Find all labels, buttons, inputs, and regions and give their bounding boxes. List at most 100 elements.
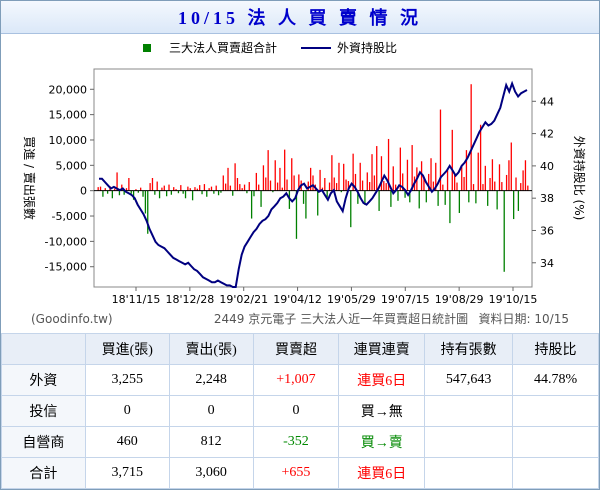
bar bbox=[128, 178, 130, 191]
x-tick-label: 18'12/28 bbox=[165, 293, 214, 306]
bar bbox=[248, 182, 250, 191]
bar bbox=[451, 129, 453, 191]
bar bbox=[482, 184, 484, 191]
table-row: 外資 3,255 2,248 +1,007 連買6日 547,643 44.78… bbox=[1, 364, 599, 396]
table-header-cell: 買進(張) bbox=[84, 333, 170, 365]
holding-cell bbox=[424, 457, 514, 489]
ratio-cell bbox=[512, 395, 599, 427]
chart-caption: 2449 京元電子 三大法人近一年買賣超日統計圖 bbox=[214, 311, 468, 326]
streak-cell: 買→無 bbox=[338, 395, 426, 427]
bar bbox=[239, 184, 241, 191]
bar bbox=[475, 190, 477, 204]
bar bbox=[324, 178, 326, 191]
bar bbox=[243, 184, 246, 191]
buy-cell: 3,255 bbox=[84, 364, 170, 396]
table-row: 自營商 460 812 -352 買→賣 bbox=[1, 426, 599, 458]
sell-cell: 812 bbox=[168, 426, 254, 458]
data-date-note: 資料日期: 10/15 bbox=[479, 312, 569, 326]
bar bbox=[524, 160, 527, 191]
bar bbox=[470, 84, 472, 191]
bar bbox=[265, 177, 267, 191]
table-header-cell: 買賣超 bbox=[252, 333, 340, 365]
bar bbox=[102, 190, 104, 197]
buy-cell: 3,715 bbox=[84, 457, 170, 489]
bar bbox=[361, 180, 364, 191]
table-header-cell: 賣出(張) bbox=[168, 333, 254, 365]
bar bbox=[156, 181, 158, 191]
ratio-cell bbox=[512, 457, 599, 489]
bar bbox=[479, 124, 482, 191]
left-tick-label: -10,000 bbox=[45, 235, 87, 248]
bar bbox=[397, 190, 399, 201]
bar bbox=[380, 156, 383, 191]
bar bbox=[472, 184, 475, 191]
bar bbox=[515, 177, 517, 191]
bar bbox=[527, 185, 529, 191]
bar bbox=[236, 178, 239, 191]
bar bbox=[206, 190, 208, 197]
table-row: 合計 3,715 3,060 +655 連買6日 bbox=[1, 457, 599, 489]
bar bbox=[217, 190, 220, 196]
bar bbox=[187, 186, 189, 191]
bar bbox=[165, 190, 168, 197]
net-cell: -352 bbox=[252, 426, 340, 458]
bar bbox=[111, 190, 113, 199]
bar bbox=[489, 178, 491, 191]
table-row: 投信 0 0 0 買→無 bbox=[1, 395, 599, 427]
bar bbox=[269, 180, 272, 191]
bar bbox=[444, 190, 446, 205]
bar bbox=[317, 190, 319, 216]
table-header-cell bbox=[1, 333, 86, 365]
bar bbox=[199, 185, 201, 191]
bar bbox=[366, 172, 368, 191]
bar bbox=[350, 190, 352, 228]
bar bbox=[338, 162, 340, 191]
bar bbox=[227, 167, 229, 191]
bar bbox=[505, 174, 508, 191]
buy-cell: 460 bbox=[84, 426, 170, 458]
bar bbox=[201, 190, 203, 195]
row-label: 投信 bbox=[1, 395, 86, 427]
institutional-trading-chart: 三大法人買賣超合計 外資持股比 20,000 15,000 10,000 5,000 0 -5… bbox=[22, 40, 587, 326]
holding-cell: 547,643 bbox=[424, 364, 514, 396]
bar bbox=[491, 159, 494, 191]
table-header-row: 買進(張) 賣出(張) 買賣超 連買連賣 持有張數 持股比 bbox=[1, 333, 599, 365]
buy-cell: 0 bbox=[84, 395, 170, 427]
page-title: 10/15 法 人 買 賣 情 況 bbox=[1, 1, 599, 34]
bar bbox=[291, 158, 293, 191]
bar bbox=[229, 185, 232, 191]
bar bbox=[302, 190, 305, 204]
bar bbox=[343, 163, 345, 191]
source-note: (Goodinfo.tw) bbox=[31, 312, 113, 326]
right-tick-label: 44 bbox=[540, 95, 554, 108]
bar bbox=[510, 142, 512, 191]
bar bbox=[151, 178, 154, 191]
x-tick-label: 19'02/21 bbox=[219, 293, 268, 306]
bar bbox=[305, 190, 307, 219]
net-cell: +1,007 bbox=[252, 364, 340, 396]
x-tick-label: 18'11/15 bbox=[112, 293, 161, 306]
ratio-cell: 44.78% bbox=[512, 364, 599, 396]
left-tick-label: 20,000 bbox=[49, 83, 88, 96]
bar bbox=[369, 182, 371, 191]
bar bbox=[501, 182, 503, 191]
bar bbox=[168, 184, 170, 191]
left-tick-label: 10,000 bbox=[49, 134, 88, 147]
bar bbox=[170, 190, 173, 195]
row-label: 外資 bbox=[1, 364, 86, 396]
legend-marker-bars bbox=[143, 44, 151, 52]
bar bbox=[225, 183, 227, 191]
bar bbox=[331, 155, 333, 191]
x-tick-label: 19'04/12 bbox=[273, 293, 322, 306]
bar bbox=[210, 186, 213, 191]
bar bbox=[222, 175, 224, 191]
bar bbox=[149, 183, 151, 191]
left-tick-label: 0 bbox=[80, 185, 87, 198]
net-cell: 0 bbox=[252, 395, 340, 427]
bar bbox=[158, 190, 161, 199]
bar bbox=[468, 190, 470, 203]
bar bbox=[284, 149, 286, 191]
legend-label-line: 外資持股比 bbox=[337, 40, 397, 55]
bar bbox=[328, 182, 331, 191]
streak-cell: 買→賣 bbox=[338, 426, 426, 458]
